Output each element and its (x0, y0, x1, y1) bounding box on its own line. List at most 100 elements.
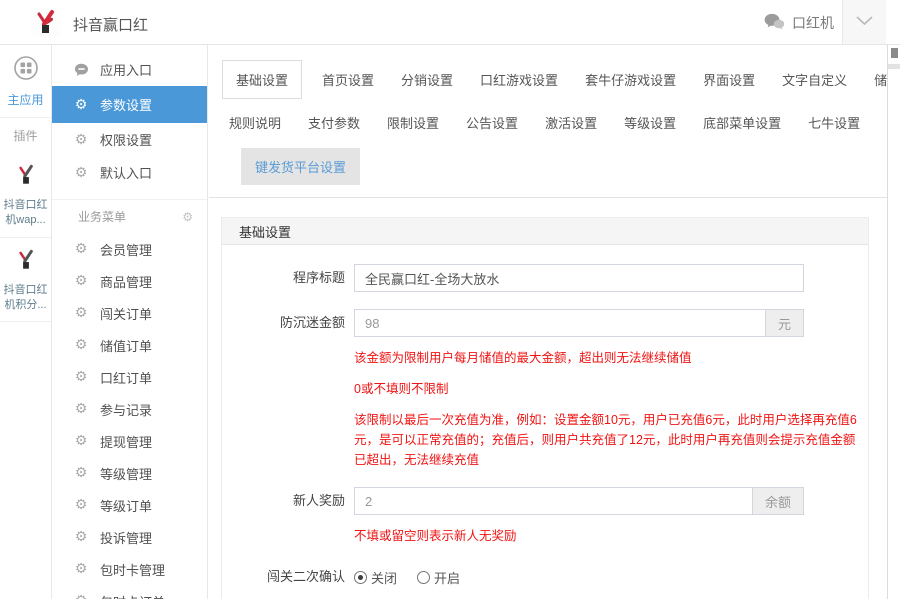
unit-addon-balance: 余额 (751, 488, 803, 514)
sidebar-item-label: 会员管理 (100, 242, 153, 258)
grid-circle-icon (13, 56, 39, 85)
sidebar-item-label: 闯关订单 (100, 306, 153, 322)
sidebar-item-label: 包时卡管理 (100, 562, 166, 578)
sidebar-item-label: 提现管理 (100, 434, 153, 450)
gear-icon (73, 98, 89, 112)
top-bar: 抖音赢口红 口红机 (0, 0, 900, 45)
radio-label: 关闭 (371, 570, 398, 586)
tab-row1-item[interactable]: 套牛仔游戏设置 (585, 70, 676, 89)
sidebar-menu: 应用入口 参数设置 权限设置 默认入口 业务菜单 会员管理 (52, 45, 208, 599)
radio-icon[interactable] (417, 570, 431, 584)
admin-screen: 抖音赢口红 口红机 主应用 插件 抖音口红 机wap... 抖音口红 机积分..… (0, 0, 900, 599)
tab-row2-item[interactable]: 支付参数 (308, 113, 360, 132)
sidebar-item-label: 商品管理 (100, 274, 153, 290)
wechat-icon (764, 13, 785, 33)
rail-app-wap-label: 抖音口红 机wap... (3, 199, 48, 226)
gear-icon (73, 133, 89, 147)
sidebar-item-default-entry[interactable]: 默认入口 (52, 156, 207, 189)
account-switcher[interactable]: 口红机 (764, 0, 834, 45)
help-text: 不填或留空则表示新人无奖励 (354, 529, 517, 543)
field-label: 新人奖励 (292, 493, 345, 508)
gear-icon (73, 562, 89, 576)
gear-icon[interactable] (182, 211, 193, 223)
field-new-user-reward: 新人奖励 余额 不填或留空则表示新人无奖励 (222, 487, 868, 546)
sidebar-item-label: 储值订单 (100, 338, 153, 354)
sidebar-item-label: 权限设置 (100, 133, 153, 148)
radio-label: 开启 (434, 570, 461, 586)
sidebar-item[interactable]: 提现管理 (52, 425, 207, 457)
sidebar-item-app-entry[interactable]: 应用入口 (52, 53, 207, 86)
radio-icon[interactable] (354, 570, 367, 584)
field-anti-addiction: 防沉迷金额 元 该金额为限制用户每月储值的最大金额，超出则无法继续储值 0或不填… (222, 309, 868, 470)
sidebar-section-business-menu: 业务菜单 (52, 199, 207, 233)
sidebar-item[interactable]: 包时卡管理 (52, 553, 207, 585)
sidebar-item[interactable]: 参与记录 (52, 393, 207, 425)
unit-addon-yuan: 元 (764, 310, 803, 336)
cutoff-divider (888, 64, 900, 69)
sidebar-item[interactable]: 投诉管理 (52, 521, 207, 553)
field-program-title: 程序标题 (222, 264, 868, 292)
comment-icon (73, 63, 89, 77)
new-user-reward-input[interactable] (355, 488, 752, 514)
radio-option-on[interactable]: 开启 (417, 568, 460, 587)
sidebar-item-label: 参数设置 (100, 98, 153, 113)
sidebar-item[interactable]: 口红订单 (52, 361, 207, 393)
rail-item-main-app[interactable]: 主应用 (0, 45, 51, 118)
collapse-toggle[interactable] (842, 0, 886, 44)
sidebar-item-parameter-settings[interactable]: 参数设置 (52, 86, 207, 123)
gear-icon (73, 306, 89, 320)
program-title-input[interactable] (355, 265, 803, 291)
sidebar-item[interactable]: 储值订单 (52, 329, 207, 361)
tab-row2-item[interactable]: 激活设置 (545, 113, 597, 132)
tab-row2-item[interactable]: 底部菜单设置 (703, 113, 781, 132)
rail-main-app-label: 主应用 (7, 93, 44, 107)
sidebar-item[interactable]: 等级管理 (52, 457, 207, 489)
sidebar-item-label: 等级订单 (100, 498, 153, 514)
rail-plugins-label: 插件 (13, 129, 38, 143)
gear-icon (73, 370, 89, 384)
sidebar-section-label: 业务菜单 (78, 210, 127, 224)
tab-row1-item[interactable]: 基础设置 (222, 60, 303, 99)
sidebar-item[interactable]: 等级订单 (52, 489, 207, 521)
tab-ship-platform-settings[interactable]: 键发货平台设置 (241, 148, 361, 185)
sidebar-item-label: 等级管理 (100, 466, 153, 482)
cutoff-window-edge (887, 45, 900, 599)
radio-option-off[interactable]: 关闭 (354, 568, 397, 587)
sidebar-item-label: 投诉管理 (100, 530, 153, 546)
sidebar-item[interactable]: 包时卡订单 (52, 585, 207, 599)
rail-item-app-points[interactable]: 抖音口红 机积分... (0, 238, 51, 323)
sidebar-business-list: 会员管理 商品管理 闯关订单 储值订单 (52, 233, 207, 599)
help-text: 该金额为限制用户每月储值的最大金额，超出则无法继续储值 (354, 351, 692, 365)
tab-row2-item[interactable]: 七牛设置 (808, 113, 860, 132)
app-rail: 主应用 插件 抖音口红 机wap... 抖音口红 机积分... (0, 45, 52, 599)
sidebar-item[interactable]: 会员管理 (52, 233, 207, 265)
tab-row1-item[interactable]: 界面设置 (703, 70, 755, 89)
tab-row1-item[interactable]: 文字自定义 (782, 70, 847, 89)
sidebar-item[interactable]: 闯关订单 (52, 297, 207, 329)
rail-item-app-wap[interactable]: 抖音口红 机wap... (0, 153, 51, 238)
sidebar-item-permission-settings[interactable]: 权限设置 (52, 123, 207, 156)
gear-icon (73, 498, 89, 512)
panel-body: 程序标题 防沉迷金额 元 该金额为限制用户 (222, 245, 868, 599)
tab-row2-item[interactable]: 公告设置 (466, 113, 518, 132)
rail-app-points-label: 抖音口红 机积分... (3, 283, 48, 311)
field-label: 程序标题 (292, 270, 345, 285)
chevron-down-icon (856, 13, 873, 31)
sidebar-item[interactable]: 商品管理 (52, 265, 207, 297)
anti-addiction-input[interactable] (355, 310, 765, 336)
tab-row2-item[interactable]: 规则说明 (229, 113, 281, 132)
sidebar-item-label: 包时卡订单 (100, 592, 165, 599)
lipstick-logo-icon (31, 8, 60, 37)
basic-settings-panel: 基础设置 程序标题 防沉迷金额 (221, 217, 869, 599)
tab-row2-item[interactable]: 限制设置 (387, 113, 439, 132)
tabs-row-2: 规则说明 支付参数 限制设置 公告设置 激活设置 等级设置 底部菜单设置 七牛设… (229, 113, 887, 132)
gear-icon (73, 242, 89, 256)
field-label: 闯关二次确认 (266, 569, 345, 584)
tab-row1-item[interactable]: 口红游戏设置 (480, 70, 558, 89)
tab-row1-item[interactable]: 储值设置 (874, 70, 887, 89)
account-label: 口红机 (792, 14, 834, 31)
tab-row2-item[interactable]: 等级设置 (624, 113, 676, 132)
tab-row1-item[interactable]: 分销设置 (401, 70, 453, 89)
gear-icon (73, 530, 89, 544)
tab-row1-item[interactable]: 首页设置 (322, 70, 374, 89)
